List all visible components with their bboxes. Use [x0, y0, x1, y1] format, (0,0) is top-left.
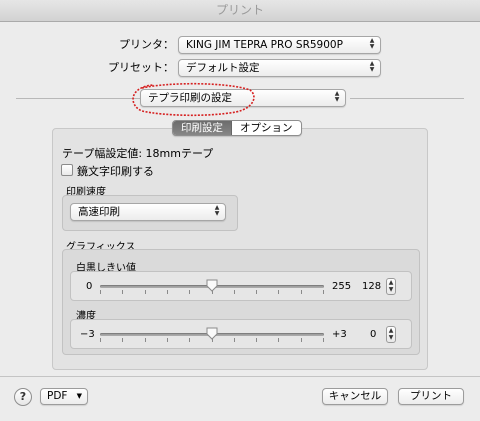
slider-tick [234, 290, 235, 294]
slider-tick [278, 290, 279, 294]
slider-tick [189, 338, 190, 342]
cancel-button[interactable]: キャンセル [322, 388, 388, 405]
red-circle-annotation [132, 82, 255, 117]
slider-tick [323, 338, 324, 342]
printer-popup[interactable]: KING JIM TEPRA PRO SR5900P ▲ ▼ [178, 36, 381, 54]
slider-tick [189, 290, 190, 294]
slider-tick [301, 290, 302, 294]
density-slider-thumb[interactable] [206, 327, 218, 340]
help-button[interactable]: ? [14, 388, 32, 406]
print-speed-value: 高速印刷 [78, 206, 120, 218]
density-max: +3 [332, 329, 347, 340]
slider-tick [145, 290, 146, 294]
tab-bar: 印刷設定 オプション [172, 120, 302, 136]
density-stepper[interactable]: ▲ ▼ [386, 326, 396, 343]
separator-right [350, 98, 464, 99]
slider-tick [278, 338, 279, 342]
threshold-min: 0 [86, 281, 93, 292]
slider-tick [323, 290, 324, 294]
chevron-down-icon: ▼ [76, 392, 82, 400]
density-value[interactable]: 0 [370, 329, 376, 340]
slider-tick [256, 290, 257, 294]
popup-arrows-icon: ▲ ▼ [369, 60, 375, 73]
slider-tick [167, 290, 168, 294]
popup-arrows-icon: ▲ ▼ [369, 37, 375, 50]
printer-value: KING JIM TEPRA PRO SR5900P [186, 39, 343, 51]
slider-tick [167, 338, 168, 342]
popup-arrows-icon: ▲ ▼ [214, 204, 220, 217]
density-min: −3 [80, 329, 95, 340]
slider-tick [122, 338, 123, 342]
threshold-slider-thumb[interactable] [206, 279, 218, 292]
preset-popup[interactable]: デフォルト設定 ▲ ▼ [178, 59, 381, 77]
mirror-checkbox[interactable] [61, 164, 73, 176]
threshold-max: 255 [332, 281, 352, 292]
print-button[interactable]: プリント [398, 388, 464, 405]
separator-left [16, 98, 140, 99]
window-title-bar: プリント [0, 0, 480, 22]
preset-label: プリセット： [108, 61, 174, 74]
slider-tick [145, 338, 146, 342]
slider-tick [100, 338, 101, 342]
popup-arrows-icon: ▲ ▼ [334, 90, 340, 103]
window-title: プリント [215, 3, 264, 17]
slider-tick [100, 290, 101, 294]
pdf-label: PDF [47, 390, 68, 402]
threshold-stepper[interactable]: ▲ ▼ [386, 278, 396, 295]
slider-tick [256, 338, 257, 342]
preset-value: デフォルト設定 [186, 62, 260, 74]
slider-tick [234, 338, 235, 342]
printer-label: プリンタ： [119, 38, 174, 51]
threshold-value[interactable]: 128 [362, 281, 381, 292]
tape-width-text: テープ幅設定値: 18mmテープ [62, 147, 214, 160]
print-speed-popup[interactable]: 高速印刷 ▲ ▼ [70, 203, 226, 221]
slider-tick [301, 338, 302, 342]
pdf-menu-button[interactable]: PDF ▼ [40, 388, 88, 405]
footer-separator [0, 376, 480, 377]
mirror-label: 鏡文字印刷する [77, 165, 154, 178]
slider-tick [122, 290, 123, 294]
tab-options[interactable]: オプション [232, 121, 301, 135]
tab-print-settings[interactable]: 印刷設定 [173, 121, 232, 135]
